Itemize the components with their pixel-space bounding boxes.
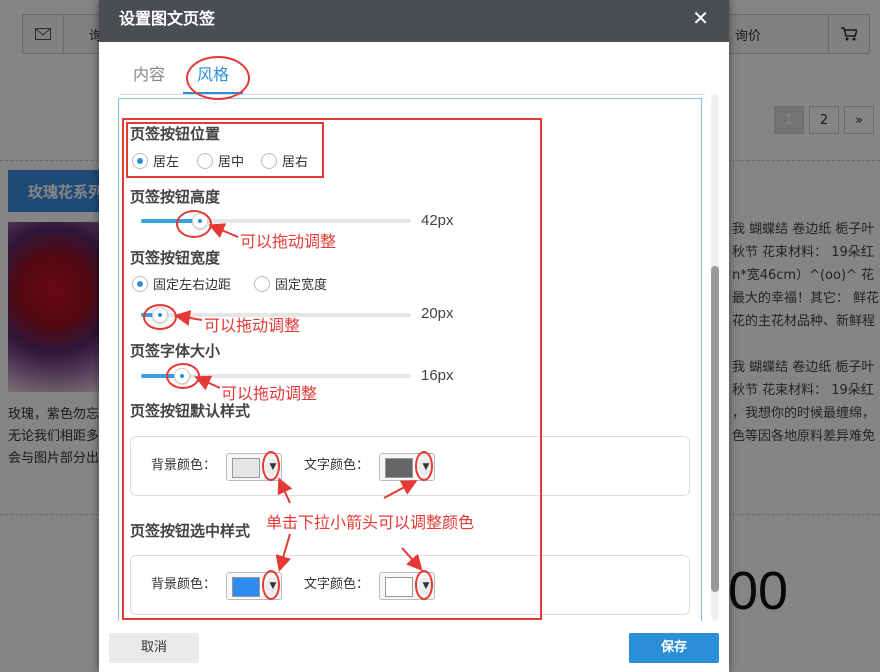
annotation-tab-circle	[186, 56, 250, 100]
annotation-arrow-circle	[262, 451, 280, 481]
annotation-position-box	[126, 122, 324, 178]
cancel-button[interactable]: 取消	[109, 633, 199, 663]
close-icon[interactable]: ✕	[692, 6, 709, 30]
dialog-header: 设置图文页签 ✕	[99, 0, 729, 42]
scrollbar[interactable]	[711, 94, 719, 620]
annotation-arrow-circle	[415, 570, 433, 600]
dialog-title: 设置图文页签	[119, 9, 216, 28]
annotation-handle-circle	[143, 304, 177, 330]
annotation-handle-circle	[166, 363, 200, 389]
annotation-arrow-circle	[262, 570, 280, 600]
annotation-arrow-circle	[415, 451, 433, 481]
annotation-color-hint: 单击下拉小箭头可以调整颜色	[266, 513, 475, 532]
annotation-drag-hint: 可以拖动调整	[204, 316, 301, 335]
annotation-handle-circle	[176, 210, 212, 238]
annotation-drag-hint: 可以拖动调整	[221, 384, 318, 403]
scrollbar-thumb[interactable]	[711, 266, 719, 592]
tab-content[interactable]: 内容	[119, 58, 179, 92]
annotation-drag-hint: 可以拖动调整	[240, 232, 337, 251]
save-button[interactable]: 保存	[629, 633, 719, 663]
